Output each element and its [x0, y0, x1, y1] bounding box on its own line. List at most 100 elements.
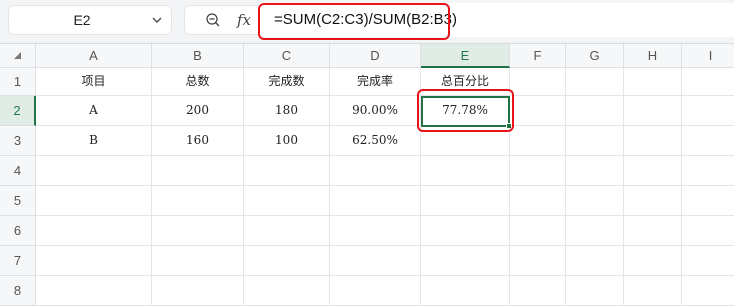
cell-i3[interactable] — [682, 126, 734, 156]
cell-g2[interactable] — [566, 96, 624, 126]
row-header-7[interactable]: 7 — [0, 246, 36, 276]
cell-g7[interactable] — [566, 246, 624, 276]
cell-d4[interactable] — [330, 156, 421, 186]
cell-g3[interactable] — [566, 126, 624, 156]
cell-b7[interactable] — [152, 246, 244, 276]
cell-e4[interactable] — [421, 156, 510, 186]
cell-c4[interactable] — [244, 156, 330, 186]
column-header-f[interactable]: F — [510, 44, 566, 68]
row-header-2[interactable]: 2 — [0, 96, 36, 126]
cell-d3[interactable]: 62.50% — [330, 126, 421, 156]
cell-d2[interactable]: 90.00% — [330, 96, 421, 126]
cell-i8[interactable] — [682, 276, 734, 306]
cell-f4[interactable] — [510, 156, 566, 186]
column-header-g[interactable]: G — [566, 44, 624, 68]
cell-f6[interactable] — [510, 216, 566, 246]
column-header-b[interactable]: B — [152, 44, 244, 68]
cell-c5[interactable] — [244, 186, 330, 216]
column-header-e[interactable]: E — [421, 44, 510, 68]
column-header-c[interactable]: C — [244, 44, 330, 68]
cell-e8[interactable] — [421, 276, 510, 306]
cell-a8[interactable] — [36, 276, 152, 306]
cell-i4[interactable] — [682, 156, 734, 186]
cell-c2[interactable]: 180 — [244, 96, 330, 126]
row-header-5[interactable]: 5 — [0, 186, 36, 216]
cell-d6[interactable] — [330, 216, 421, 246]
cell-f1[interactable] — [510, 68, 566, 96]
cell-b3[interactable]: 160 — [152, 126, 244, 156]
cell-h7[interactable] — [624, 246, 682, 276]
cell-c6[interactable] — [244, 216, 330, 246]
chevron-down-icon[interactable] — [151, 15, 163, 25]
column-header-i[interactable]: I — [682, 44, 734, 68]
cell-i1[interactable] — [682, 68, 734, 96]
cell-value: 160 — [186, 133, 209, 147]
cell-c7[interactable] — [244, 246, 330, 276]
cell-c3[interactable]: 100 — [244, 126, 330, 156]
row-header-6[interactable]: 6 — [0, 216, 36, 246]
cell-g1[interactable] — [566, 68, 624, 96]
cell-g8[interactable] — [566, 276, 624, 306]
cell-c1[interactable]: 完成数 — [244, 68, 330, 96]
cell-g6[interactable] — [566, 216, 624, 246]
cell-f5[interactable] — [510, 186, 566, 216]
cell-value: B — [89, 133, 98, 147]
cell-i2[interactable] — [682, 96, 734, 126]
formula-toolbar: E2 fx =SUM(C2:C3)/SUM(B2:B3) — [0, 0, 734, 44]
cell-h8[interactable] — [624, 276, 682, 306]
cell-d8[interactable] — [330, 276, 421, 306]
cell-b2[interactable]: 200 — [152, 96, 244, 126]
cell-c8[interactable] — [244, 276, 330, 306]
cell-h2[interactable] — [624, 96, 682, 126]
cell-h1[interactable] — [624, 68, 682, 96]
cell-b5[interactable] — [152, 186, 244, 216]
row-header-1[interactable]: 1 — [0, 68, 36, 96]
cell-h6[interactable] — [624, 216, 682, 246]
cell-e5[interactable] — [421, 186, 510, 216]
column-header-d[interactable]: D — [330, 44, 421, 68]
cell-a4[interactable] — [36, 156, 152, 186]
cell-a5[interactable] — [36, 186, 152, 216]
cell-b1[interactable]: 总数 — [152, 68, 244, 96]
cell-d5[interactable] — [330, 186, 421, 216]
cell-b4[interactable] — [152, 156, 244, 186]
row-header-4[interactable]: 4 — [0, 156, 36, 186]
cell-h3[interactable] — [624, 126, 682, 156]
cell-d1[interactable]: 完成率 — [330, 68, 421, 96]
zoom-out-icon[interactable] — [205, 12, 221, 28]
cell-a2[interactable]: A — [36, 96, 152, 126]
cell-i7[interactable] — [682, 246, 734, 276]
cell-a3[interactable]: B — [36, 126, 152, 156]
cell-b6[interactable] — [152, 216, 244, 246]
cell-a1[interactable]: 项目 — [36, 68, 152, 96]
column-header-h[interactable]: H — [624, 44, 682, 68]
cell-h5[interactable] — [624, 186, 682, 216]
name-box[interactable]: E2 — [8, 5, 172, 35]
cell-e7[interactable] — [421, 246, 510, 276]
cell-value: 62.50% — [352, 133, 398, 147]
column-header-a[interactable]: A — [36, 44, 152, 68]
cell-value: 完成率 — [356, 74, 393, 88]
cell-f8[interactable] — [510, 276, 566, 306]
cell-g5[interactable] — [566, 186, 624, 216]
fx-icon[interactable]: fx — [237, 9, 251, 31]
cell-value: 90.00% — [352, 103, 398, 117]
row-header-8[interactable]: 8 — [0, 276, 36, 306]
cell-f3[interactable] — [510, 126, 566, 156]
cell-g4[interactable] — [566, 156, 624, 186]
cell-e6[interactable] — [421, 216, 510, 246]
cell-value: 180 — [275, 103, 298, 117]
cell-a6[interactable] — [36, 216, 152, 246]
select-all-corner[interactable] — [0, 44, 36, 68]
name-box-value[interactable]: E2 — [9, 6, 155, 34]
cell-f7[interactable] — [510, 246, 566, 276]
cell-a7[interactable] — [36, 246, 152, 276]
row-header-3[interactable]: 3 — [0, 126, 36, 156]
cell-f2[interactable] — [510, 96, 566, 126]
cell-i5[interactable] — [682, 186, 734, 216]
cell-i6[interactable] — [682, 216, 734, 246]
cell-h4[interactable] — [624, 156, 682, 186]
cell-d7[interactable] — [330, 246, 421, 276]
cell-b8[interactable] — [152, 276, 244, 306]
cell-value: 项目 — [81, 74, 106, 88]
